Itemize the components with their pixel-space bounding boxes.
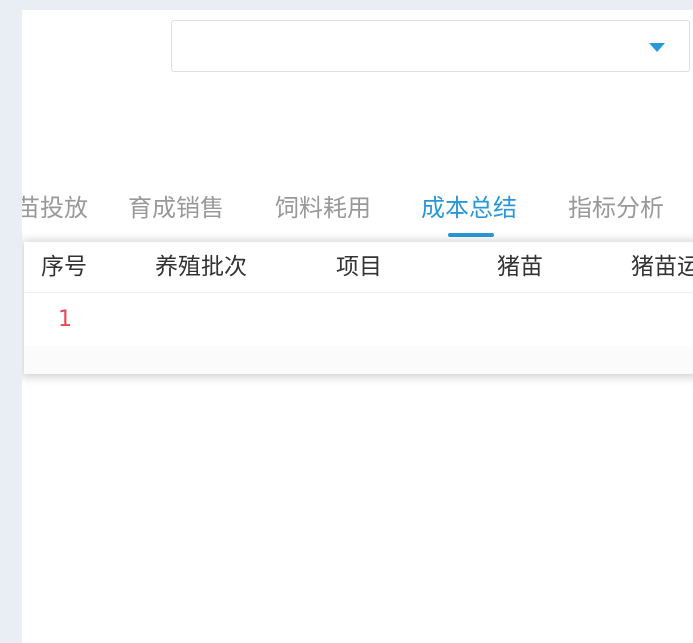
batch-select-dropdown[interactable] — [171, 20, 690, 72]
caret-down-icon[interactable] — [649, 43, 665, 52]
table-row[interactable]: 1 — [24, 293, 693, 346]
tab-growth-sales[interactable]: 育成销售 — [128, 188, 224, 228]
tab-seedling-placement[interactable]: 苗投放 — [22, 188, 88, 228]
column-header-piglet-transport: 猪苗运 — [631, 254, 693, 280]
column-header-batch: 养殖批次 — [155, 254, 247, 280]
column-header-item: 项目 — [336, 254, 382, 280]
cost-summary-table: 序号 养殖批次 项目 猪苗 猪苗运 1 — [24, 242, 693, 374]
tab-indicator-analysis[interactable]: 指标分析 — [568, 188, 664, 228]
tab-bar: 苗投放 育成销售 饲料耗用 成本总结 指标分析 — [22, 188, 693, 238]
column-header-index: 序号 — [41, 254, 87, 280]
table-header: 序号 养殖批次 项目 猪苗 猪苗运 — [24, 242, 693, 293]
tab-cost-summary[interactable]: 成本总结 — [421, 188, 517, 228]
active-tab-indicator — [448, 233, 494, 237]
table-row-empty — [24, 346, 693, 374]
column-header-piglet: 猪苗 — [497, 254, 543, 280]
row-index-cell: 1 — [58, 307, 72, 332]
tab-feed-consumption[interactable]: 饲料耗用 — [275, 188, 371, 228]
content-panel: 苗投放 育成销售 饲料耗用 成本总结 指标分析 序号 养殖批次 项目 猪苗 猪苗… — [22, 10, 693, 643]
